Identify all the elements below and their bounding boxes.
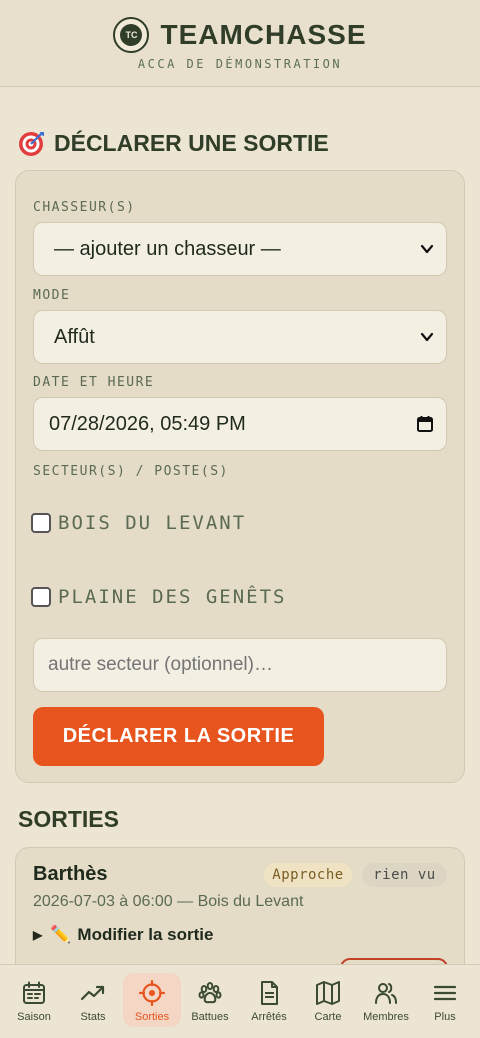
outing-result-badge: rien vu [362, 863, 447, 887]
nav-item-sorties[interactable]: Sorties [123, 973, 181, 1027]
sector-option-label: BOIS DU LEVANT [58, 512, 247, 534]
nav-item-plus[interactable]: Plus [416, 973, 474, 1027]
map-icon [316, 981, 340, 1005]
nav-label: Membres [363, 1011, 409, 1023]
nav-item-carte[interactable]: Carte [299, 973, 357, 1027]
nav-item-membres[interactable]: Membres [357, 973, 415, 1027]
calendar-picker-icon[interactable] [416, 415, 434, 433]
hunters-select[interactable]: — ajouter un chasseur — [33, 222, 447, 276]
bottom-nav: Saison Stats Sorties Battues Arrêtés Car… [0, 964, 480, 1038]
declare-title-text: DÉCLARER UNE SORTIE [54, 129, 329, 156]
users-icon [375, 983, 397, 1004]
sector-checkbox[interactable] [31, 587, 51, 607]
sector-checkbox[interactable] [31, 513, 51, 533]
outings-section-title: SORTIES [18, 806, 119, 833]
outing-meta: 2026-07-03 à 06:00 — Bois du Levant [33, 893, 304, 910]
declare-submit-button[interactable]: DÉCLARER LA SORTIE [33, 707, 324, 766]
outing-mode-badge: Approche [264, 863, 352, 887]
mode-label: MODE [33, 288, 71, 303]
disclosure-triangle-icon: ▶ [33, 928, 43, 942]
nav-item-saison[interactable]: Saison [5, 973, 63, 1027]
hunters-select-value: — ajouter un chasseur — [54, 237, 281, 260]
outing-edit-toggle[interactable]: ▶ ✏️ Modifier la sortie [33, 925, 213, 945]
app-header: TC TEAMCHASSE ACCA DE DÉMONSTRATION [0, 0, 480, 87]
outings-title-text: SORTIES [18, 806, 119, 832]
chevron-down-icon [420, 332, 434, 342]
date-time-input[interactable]: 07/28/2026, 05:49 PM [33, 397, 447, 451]
date-time-value: 07/28/2026, 05:49 PM [49, 412, 246, 435]
nav-item-arretes[interactable]: Arrêtés [240, 973, 298, 1027]
document-icon [261, 981, 278, 1005]
declare-section-title: DÉCLARER UNE SORTIE [18, 129, 329, 157]
other-sector-placeholder: autre secteur (optionnel)… [48, 654, 273, 675]
logo-badge: TC [120, 24, 143, 46]
calendar-icon [23, 981, 45, 1004]
nav-label: Plus [434, 1011, 456, 1023]
sector-option-bois-du-levant[interactable]: BOIS DU LEVANT [31, 512, 246, 534]
sectors-label: SECTEUR(S) / POSTE(S) [33, 464, 229, 479]
crosshair-icon [139, 980, 165, 1006]
outing-edit-label: Modifier la sortie [77, 925, 214, 944]
logo: TC [113, 17, 150, 53]
target-icon [19, 132, 44, 156]
nav-label: Arrêtés [251, 1011, 287, 1023]
mode-select[interactable]: Affût [33, 310, 447, 364]
nav-label: Stats [80, 1011, 106, 1023]
app-subtitle: ACCA DE DÉMONSTRATION [137, 57, 343, 71]
menu-icon [433, 985, 457, 1001]
nav-label: Sorties [134, 1011, 170, 1023]
other-sector-input[interactable]: autre secteur (optionnel)… [33, 638, 447, 692]
pencil-icon: ✏️ [50, 925, 72, 944]
nav-label: Battues [191, 1011, 229, 1023]
chevron-down-icon [420, 244, 434, 254]
nav-label: Saison [17, 1011, 51, 1023]
nav-item-stats[interactable]: Stats [64, 973, 122, 1027]
sector-option-label: PLAINE DES GENÊTS [58, 586, 287, 608]
paw-icon [198, 982, 222, 1004]
outing-hunter-name: Barthès [33, 863, 108, 885]
brand[interactable]: TC TEAMCHASSE [0, 17, 480, 53]
nav-item-battues[interactable]: Battues [181, 973, 239, 1027]
date-label: DATE ET HEURE [33, 375, 155, 390]
trend-up-icon [80, 985, 105, 1001]
sector-option-plaine-des-genets[interactable]: PLAINE DES GENÊTS [31, 586, 286, 608]
nav-label: Carte [314, 1011, 342, 1023]
hunters-label: CHASSEUR(S) [33, 200, 136, 215]
mode-select-value: Affût [54, 325, 95, 348]
app-name: TEAMCHASSE [160, 19, 367, 50]
